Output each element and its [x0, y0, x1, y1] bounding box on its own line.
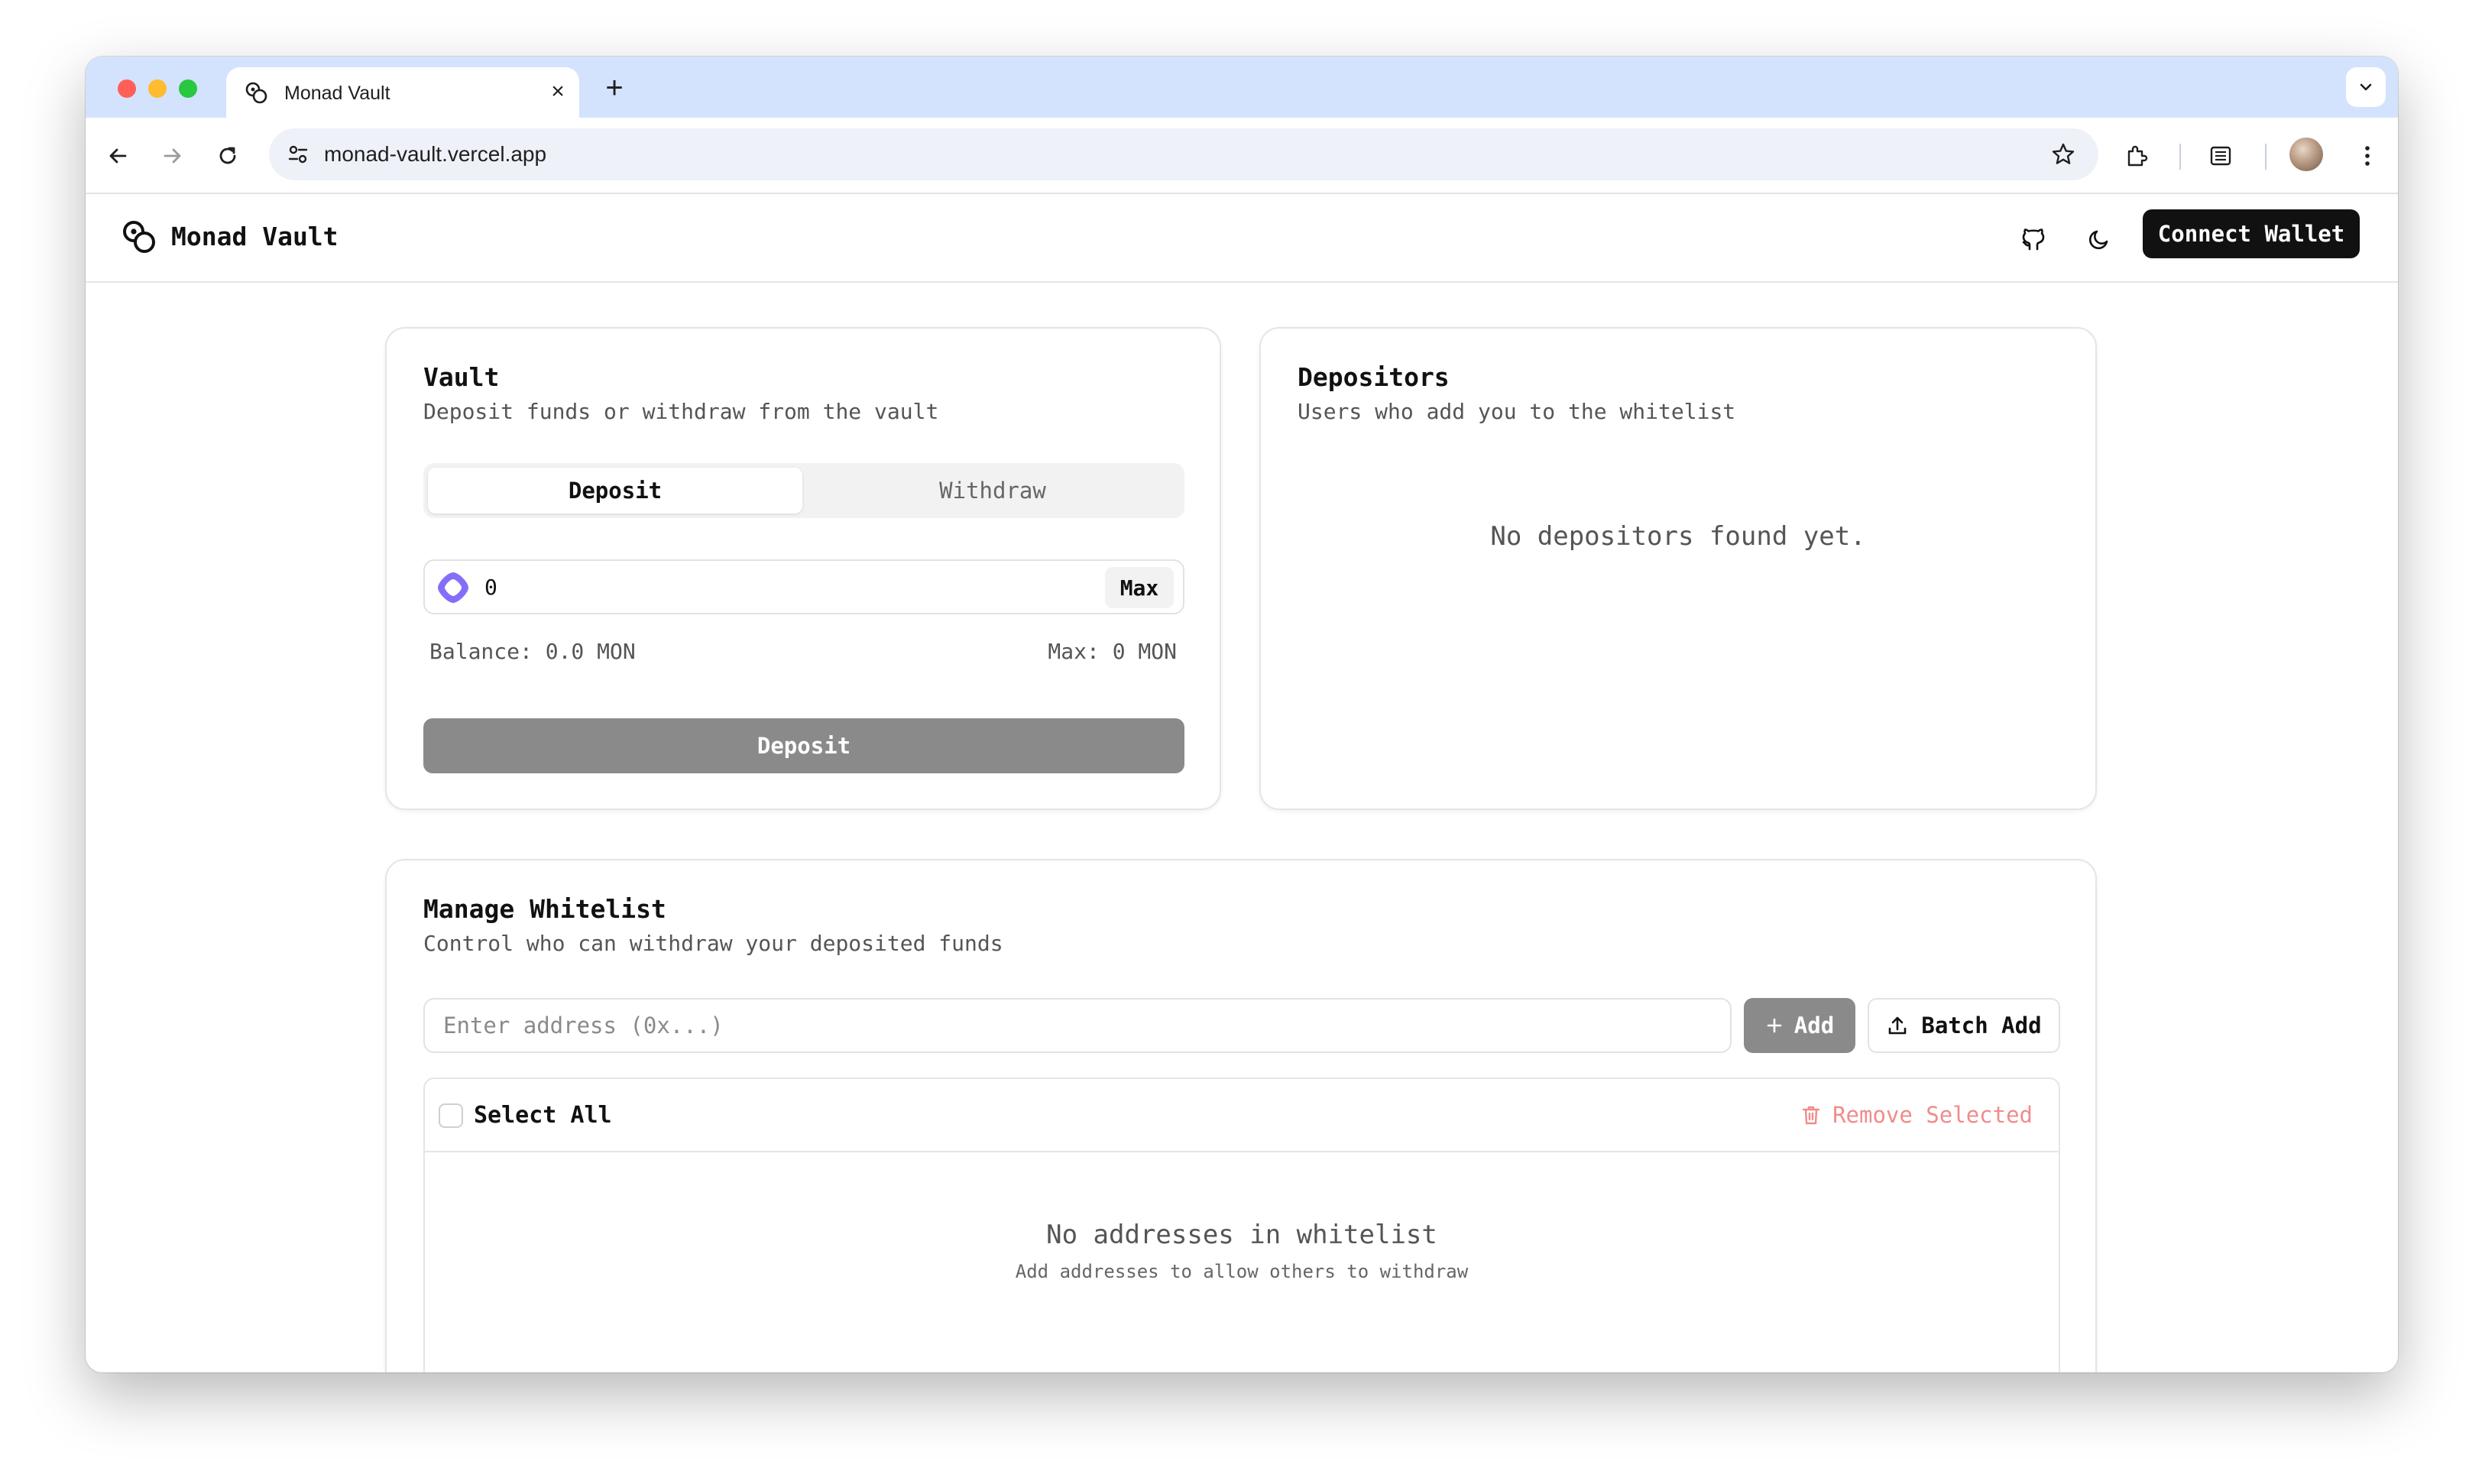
github-link[interactable] [2014, 220, 2053, 258]
max-button[interactable]: Max [1105, 567, 1174, 608]
browser-tabstrip: Monad Vault × + [86, 57, 2398, 118]
connect-wallet-button[interactable]: Connect Wallet [2143, 209, 2360, 258]
depositors-empty-state: No depositors found yet. [1490, 521, 1866, 552]
site-settings-icon[interactable] [286, 142, 310, 167]
depositors-title: Depositors [1298, 362, 1450, 392]
tab-deposit[interactable]: Deposit [428, 468, 802, 514]
amount-input[interactable]: 0 Max [423, 559, 1184, 614]
browser-tab-active[interactable]: Monad Vault × [226, 67, 579, 118]
depositors-card: Depositors Users who add you to the whit… [1259, 327, 2097, 810]
toolbar-divider [2179, 144, 2181, 170]
address-bar[interactable]: monad-vault.vercel.app [269, 128, 2098, 180]
vault-card: Vault Deposit funds or withdraw from the… [385, 327, 1221, 810]
batch-add-button[interactable]: Batch Add [1868, 998, 2060, 1053]
whitelist-description: Control who can withdraw your deposited … [423, 931, 1003, 956]
extensions-button[interactable] [2118, 138, 2155, 174]
remove-selected-button[interactable]: Remove Selected [1800, 1102, 2033, 1128]
monad-token-icon [438, 572, 468, 603]
theme-toggle-button[interactable] [2080, 220, 2118, 258]
chevron-down-icon [2360, 83, 2372, 91]
reload-button[interactable] [209, 138, 246, 174]
puzzle-icon [2127, 145, 2148, 167]
whitelist-list: Select All Remove Selected No addresses … [423, 1077, 2060, 1372]
github-icon [2022, 228, 2045, 251]
add-address-button[interactable]: Add [1744, 998, 1855, 1053]
whitelist-list-header: Select All Remove Selected [425, 1079, 2059, 1152]
whitelist-empty-subtitle: Add addresses to allow others to withdra… [1015, 1261, 1469, 1282]
vault-title: Vault [423, 362, 500, 392]
add-label: Add [1793, 1013, 1835, 1038]
depositors-description: Users who add you to the whitelist [1298, 399, 1736, 424]
whitelist-card: Manage Whitelist Control who can withdra… [385, 859, 2097, 1372]
app-viewport: Monad Vault Connect Wallet Vault Deposit… [86, 194, 2398, 1372]
zoom-window-button[interactable] [179, 79, 197, 98]
deposit-submit-button[interactable]: Deposit [423, 718, 1184, 773]
tab-search-button[interactable] [2346, 67, 2386, 107]
select-all-checkbox[interactable] [439, 1103, 463, 1128]
minimize-window-button[interactable] [148, 79, 167, 98]
arrow-right-icon [164, 148, 181, 164]
tab-title: Monad Vault [284, 83, 390, 104]
balance-text: Balance: 0.0 MON [429, 639, 636, 664]
forward-button[interactable] [154, 138, 191, 174]
new-tab-button[interactable]: + [598, 72, 631, 105]
tab-withdraw[interactable]: Withdraw [805, 468, 1180, 514]
app-header: Monad Vault Connect Wallet [86, 194, 2398, 283]
back-button[interactable] [99, 138, 136, 174]
batch-add-label: Batch Add [1921, 1013, 2042, 1038]
tab-close-icon[interactable]: × [546, 79, 570, 104]
moon-icon [2088, 230, 2108, 250]
plus-icon [1767, 1018, 1782, 1033]
address-input[interactable] [423, 998, 1732, 1053]
toolbar-divider [2265, 144, 2267, 170]
side-panel-icon [2210, 146, 2231, 166]
remove-selected-label: Remove Selected [1832, 1102, 2033, 1128]
monad-logo-icon [245, 82, 267, 104]
whitelist-empty-title: No addresses in whitelist [1046, 1220, 1437, 1250]
more-vertical-icon [2365, 146, 2370, 166]
profile-avatar[interactable] [2289, 138, 2323, 171]
close-window-button[interactable] [118, 79, 136, 98]
deposit-withdraw-tabs: Deposit Withdraw [423, 463, 1184, 518]
amount-value: 0 [484, 575, 497, 600]
app-title: Monad Vault [171, 222, 339, 251]
select-all-label[interactable]: Select All [474, 1102, 612, 1129]
arrow-left-icon [109, 148, 127, 164]
trash-icon [1802, 1106, 1820, 1125]
bookmark-star-icon[interactable] [2049, 141, 2077, 168]
vault-description: Deposit funds or withdraw from the vault [423, 399, 939, 424]
whitelist-title: Manage Whitelist [423, 894, 666, 924]
browser-toolbar: monad-vault.vercel.app [86, 118, 2398, 194]
browser-menu-button[interactable] [2349, 138, 2386, 174]
browser-window: Monad Vault × + monad-vault.vercel.app M… [86, 57, 2398, 1372]
monad-logo-icon [123, 221, 155, 253]
url-text: monad-vault.vercel.app [324, 142, 547, 166]
upload-icon [1889, 1016, 1907, 1035]
reading-list-button[interactable] [2202, 138, 2239, 174]
reload-icon [219, 147, 236, 164]
max-amount-text: Max: 0 MON [1048, 639, 1177, 664]
